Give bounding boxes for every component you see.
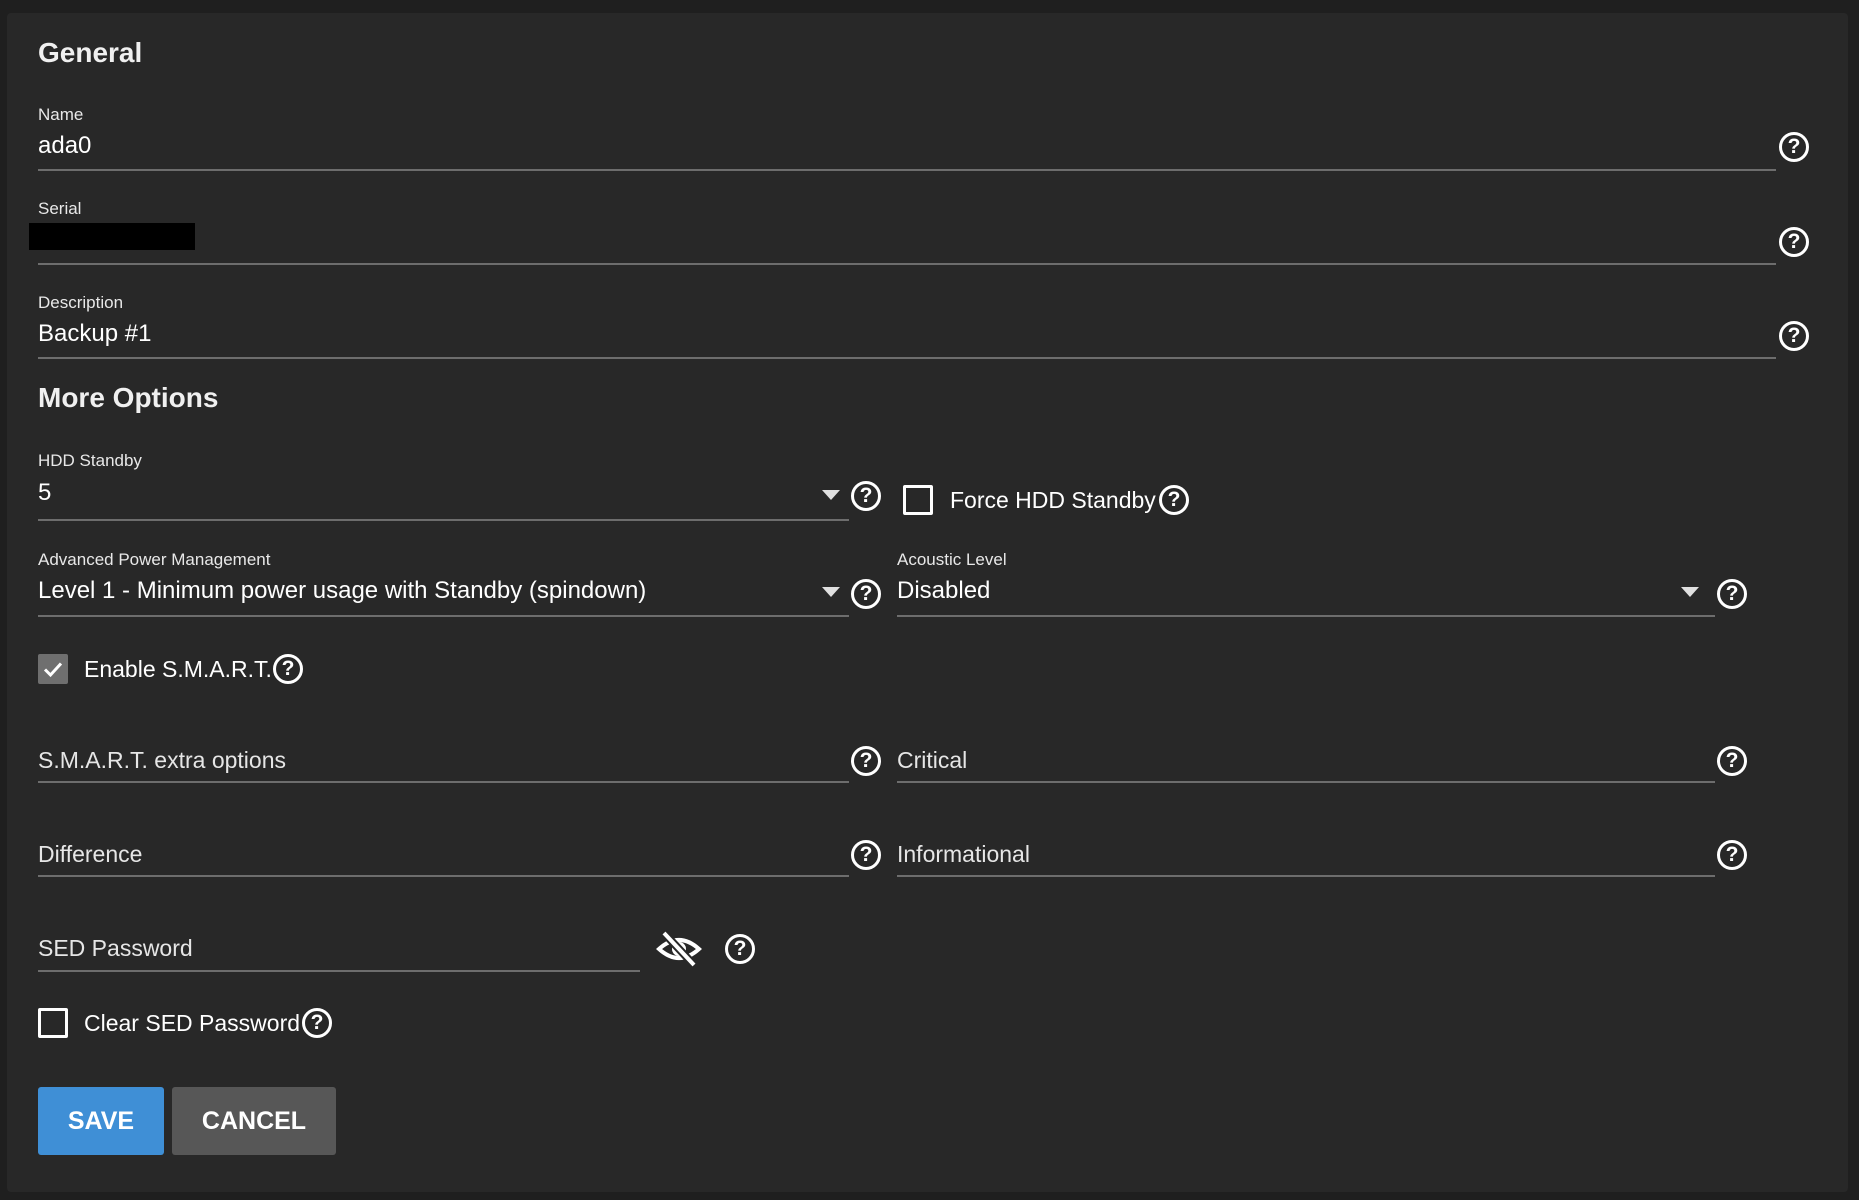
enable-smart-checkbox[interactable] <box>38 654 68 684</box>
enable-smart-help-icon[interactable]: ? <box>273 654 303 684</box>
smart-extra-options-input[interactable]: S.M.A.R.T. extra options <box>38 747 286 774</box>
apm-select[interactable]: Level 1 - Minimum power usage with Stand… <box>38 577 646 605</box>
eye-off-icon[interactable] <box>656 929 702 969</box>
section-title-more-options: More Options <box>38 382 219 413</box>
sed-password-underline <box>38 970 640 972</box>
sed-password-input[interactable]: SED Password <box>38 935 193 962</box>
clear-sed-password-help-icon[interactable]: ? <box>302 1008 332 1038</box>
informational-underline <box>897 875 1715 877</box>
critical-underline <box>897 781 1715 783</box>
acoustic-level-help-icon[interactable]: ? <box>1717 579 1747 609</box>
informational-input[interactable]: Informational <box>897 841 1030 868</box>
sed-password-help-icon[interactable]: ? <box>725 934 755 964</box>
force-hdd-standby-help-icon[interactable]: ? <box>1159 485 1189 515</box>
apm-caret-down-icon[interactable] <box>822 587 840 597</box>
acoustic-level-caret-down-icon[interactable] <box>1681 587 1699 597</box>
smart-extra-options-help-icon[interactable]: ? <box>851 746 881 776</box>
name-underline <box>38 169 1776 171</box>
description-help-icon[interactable]: ? <box>1779 321 1809 351</box>
description-label: Description <box>38 293 124 312</box>
check-icon <box>43 662 63 678</box>
acoustic-level-underline <box>897 615 1715 617</box>
hdd-standby-select[interactable]: 5 <box>38 479 51 507</box>
force-hdd-standby-checkbox[interactable] <box>903 485 933 515</box>
name-label: Name <box>38 105 84 124</box>
apm-help-icon[interactable]: ? <box>851 579 881 609</box>
informational-help-icon[interactable]: ? <box>1717 840 1747 870</box>
critical-help-icon[interactable]: ? <box>1717 746 1747 776</box>
serial-label: Serial <box>38 199 82 218</box>
clear-sed-password-checkbox[interactable] <box>38 1008 68 1038</box>
save-button[interactable]: SAVE <box>38 1087 164 1155</box>
clear-sed-password-label[interactable]: Clear SED Password <box>84 1010 300 1037</box>
section-title-general: General <box>38 37 143 68</box>
apm-label: Advanced Power Management <box>38 550 271 569</box>
acoustic-level-select[interactable]: Disabled <box>897 577 990 605</box>
hdd-standby-label: HDD Standby <box>38 451 142 470</box>
difference-input[interactable]: Difference <box>38 841 142 868</box>
critical-input[interactable]: Critical <box>897 747 967 774</box>
difference-underline <box>38 875 849 877</box>
cancel-button[interactable]: CANCEL <box>172 1087 336 1155</box>
enable-smart-label[interactable]: Enable S.M.A.R.T. <box>84 656 272 683</box>
name-help-icon[interactable]: ? <box>1779 132 1809 162</box>
name-input[interactable]: ada0 <box>38 132 91 160</box>
smart-extra-options-underline <box>38 781 849 783</box>
description-underline <box>38 357 1776 359</box>
apm-underline <box>38 615 849 617</box>
serial-underline <box>38 263 1776 265</box>
acoustic-level-label: Acoustic Level <box>897 550 1007 569</box>
serial-help-icon[interactable]: ? <box>1779 227 1809 257</box>
hdd-standby-underline <box>38 519 849 521</box>
disk-edit-form: General Name ada0 ? Serial ? Description… <box>7 13 1848 1192</box>
force-hdd-standby-label[interactable]: Force HDD Standby <box>950 487 1156 514</box>
hdd-standby-help-icon[interactable]: ? <box>851 481 881 511</box>
difference-help-icon[interactable]: ? <box>851 840 881 870</box>
hdd-standby-caret-down-icon[interactable] <box>822 490 840 500</box>
description-input[interactable]: Backup #1 <box>38 320 151 348</box>
serial-redaction <box>29 223 195 250</box>
